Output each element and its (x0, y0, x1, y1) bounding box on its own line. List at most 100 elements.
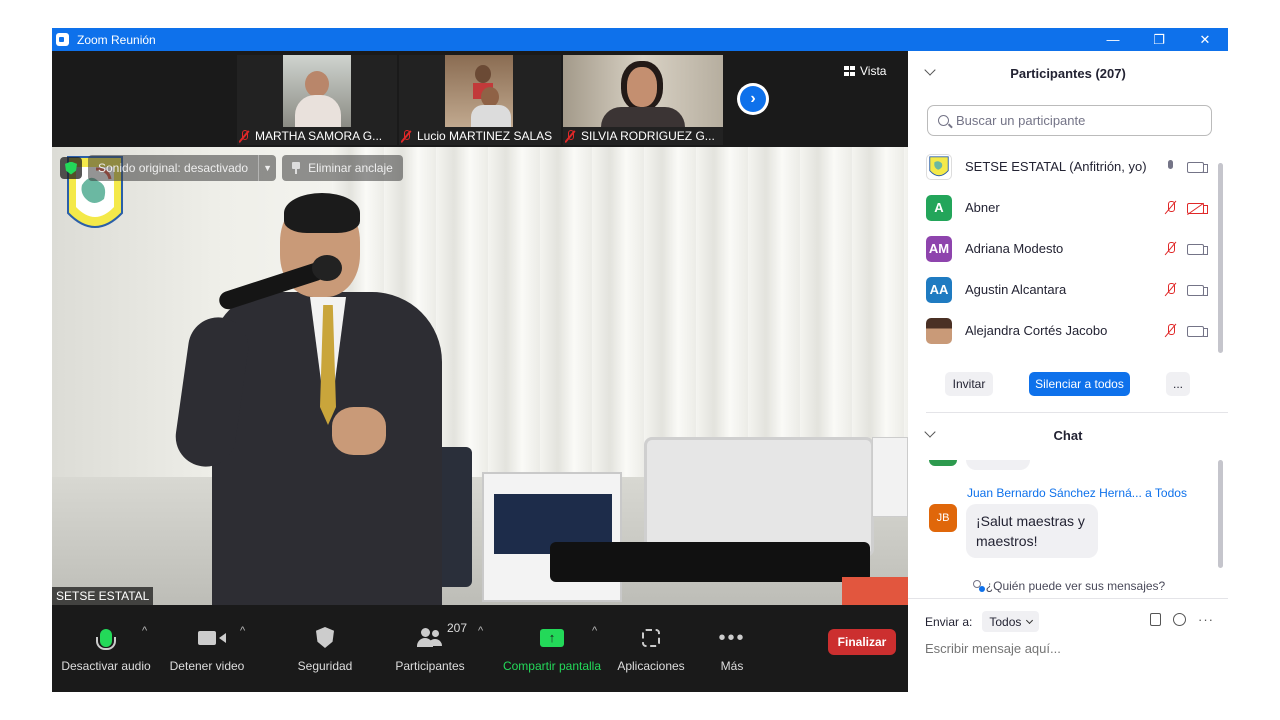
red-box (842, 577, 908, 605)
avatar (926, 153, 952, 180)
chat-bubble: ¡Salut maestras y maestros! (966, 504, 1098, 558)
camera-off-icon[interactable] (1187, 202, 1208, 214)
participant-row[interactable]: SETSE ESTATAL (Anfitrión, yo) (908, 146, 1216, 187)
participant-row[interactable]: AM Adriana Modesto (908, 228, 1216, 269)
avatar: A (926, 194, 952, 221)
camera-icon[interactable] (1187, 243, 1208, 255)
window-controls: — ❐ ✕ (1090, 28, 1228, 51)
emoji-icon[interactable] (1173, 613, 1186, 626)
video-thumbnail[interactable]: SILVIA RODRIGUEZ G... (563, 55, 723, 145)
encryption-shield-icon[interactable] (60, 157, 82, 179)
participants-actions: Invitar Silenciar a todos ... (908, 372, 1228, 402)
grid-view-icon (844, 66, 855, 76)
mic-muted-icon (565, 129, 575, 143)
window-title: Zoom Reunión (77, 32, 156, 47)
share-arrow-icon: ↑ (540, 628, 564, 647)
microphone-icon (96, 628, 116, 650)
camera-icon[interactable] (1187, 161, 1208, 173)
collapse-chevron-icon[interactable] (924, 426, 936, 438)
restore-button[interactable]: ❐ (1136, 28, 1182, 51)
share-options-chevron[interactable]: ^ (592, 625, 597, 637)
avatar (929, 460, 957, 466)
participant-video (283, 55, 351, 127)
participant-row[interactable]: Alejandra Cortés Jacobo (908, 310, 1216, 351)
participants-button[interactable]: 207 Participantes (388, 605, 472, 692)
mic-muted-icon[interactable] (1164, 242, 1178, 256)
chevron-right-icon: › (740, 86, 766, 112)
minimize-button[interactable]: — (1090, 28, 1136, 51)
chat-messages: Juan Bernardo Sánchez Herná... a Todos J… (908, 460, 1228, 570)
microphone-icon[interactable] (1164, 160, 1178, 174)
send-to-dropdown[interactable]: Todos (982, 611, 1040, 632)
original-sound-button[interactable]: Sonido original: desactivado ▼ (88, 155, 277, 181)
participants-header: Participantes (207) (908, 51, 1228, 95)
chevron-down-icon[interactable]: ▼ (258, 155, 276, 181)
unpin-button[interactable]: Eliminar anclaje (282, 155, 403, 181)
stop-video-button[interactable]: Detener video (164, 605, 250, 692)
participant-row[interactable]: A Abner (908, 187, 1216, 228)
shield-icon (316, 627, 334, 648)
thumbnail-strip: MARTHA SAMORA G... Lucio MARTINEZ SALAS … (52, 51, 908, 147)
participants-icon (417, 627, 443, 648)
next-page-button[interactable]: › (737, 83, 769, 115)
view-button[interactable]: Vista (844, 61, 886, 81)
file-icon[interactable] (1150, 613, 1161, 626)
video-thumbnail[interactable]: MARTHA SAMORA G... (237, 55, 397, 145)
mute-all-button[interactable]: Silenciar a todos (1029, 372, 1130, 396)
camera-icon[interactable] (1187, 284, 1208, 296)
participant-video (563, 55, 723, 127)
participant-video (445, 55, 513, 127)
collapse-chevron-icon[interactable] (924, 64, 936, 76)
participant-row[interactable]: AA Agustin Alcantara (908, 269, 1216, 310)
avatar: AM (926, 235, 952, 262)
who-can-see-link[interactable]: ¿Quién puede ver sus mensajes? (908, 577, 1228, 595)
tv-box (482, 472, 622, 602)
laptop (644, 437, 874, 557)
camera-icon[interactable] (1187, 325, 1208, 337)
chat-message-input[interactable] (925, 641, 1215, 656)
more-dots-icon[interactable]: ··· (1198, 613, 1214, 626)
mic-muted-icon (401, 129, 411, 143)
video-options-chevron[interactable]: ^ (240, 625, 245, 637)
search-icon (938, 115, 949, 126)
appliance-box (872, 437, 908, 517)
audio-options-chevron[interactable]: ^ (142, 625, 147, 637)
mic-muted-icon[interactable] (1164, 201, 1178, 215)
close-button[interactable]: ✕ (1182, 28, 1228, 51)
video-overlay-controls: Sonido original: desactivado ▼ Eliminar … (60, 155, 403, 181)
participants-options-chevron[interactable]: ^ (478, 625, 483, 637)
invite-button[interactable]: Invitar (945, 372, 993, 396)
participants-scrollbar[interactable] (1218, 163, 1223, 353)
zoom-window: Zoom Reunión — ❐ ✕ MARTHA SAMORA G... Lu… (52, 28, 1228, 692)
participants-count: 207 (447, 620, 468, 635)
avatar: AA (926, 276, 952, 303)
chat-header: Chat (908, 413, 1228, 457)
video-thumbnail[interactable]: Lucio MARTINEZ SALAS (399, 55, 561, 145)
apps-icon (642, 628, 660, 647)
chat-sender: Juan Bernardo Sánchez Herná... a Todos (967, 486, 1187, 500)
pin-icon (292, 162, 301, 174)
end-meeting-button[interactable]: Finalizar (828, 629, 896, 655)
chat-tools: ··· (1150, 613, 1214, 626)
participant-search-input[interactable]: Buscar un participante (927, 105, 1212, 136)
thumbnail-name: MARTHA SAMORA G... (239, 127, 382, 145)
participants-more-button[interactable]: ... (1166, 372, 1190, 396)
security-button[interactable]: Seguridad (288, 605, 362, 692)
thumbnail-name: Lucio MARTINEZ SALAS (401, 127, 552, 145)
mic-muted-icon[interactable] (1164, 324, 1178, 338)
more-button[interactable]: ••• Más (708, 605, 756, 692)
mute-button[interactable]: Desactivar audio (61, 605, 151, 692)
side-panel: Participantes (207) Buscar un participan… (908, 51, 1228, 692)
speaker-name-label: SETSE ESTATAL (52, 587, 154, 605)
apps-button[interactable]: Aplicaciones (614, 605, 688, 692)
zoom-app-icon (56, 33, 69, 46)
chat-recipient: a Todos (1145, 486, 1187, 500)
mic-muted-icon[interactable] (1164, 283, 1178, 297)
avatar: JB (929, 504, 957, 532)
title-bar: Zoom Reunión — ❐ ✕ (52, 28, 1228, 51)
meeting-toolbar: Desactivar audio ^ Detener video ^ Segur… (52, 605, 908, 692)
send-to-row: Enviar a: Todos (925, 611, 1040, 632)
chat-scrollbar[interactable] (1218, 460, 1223, 568)
share-screen-button[interactable]: ↑ Compartir pantalla (500, 605, 604, 692)
person-question-icon (971, 580, 985, 592)
